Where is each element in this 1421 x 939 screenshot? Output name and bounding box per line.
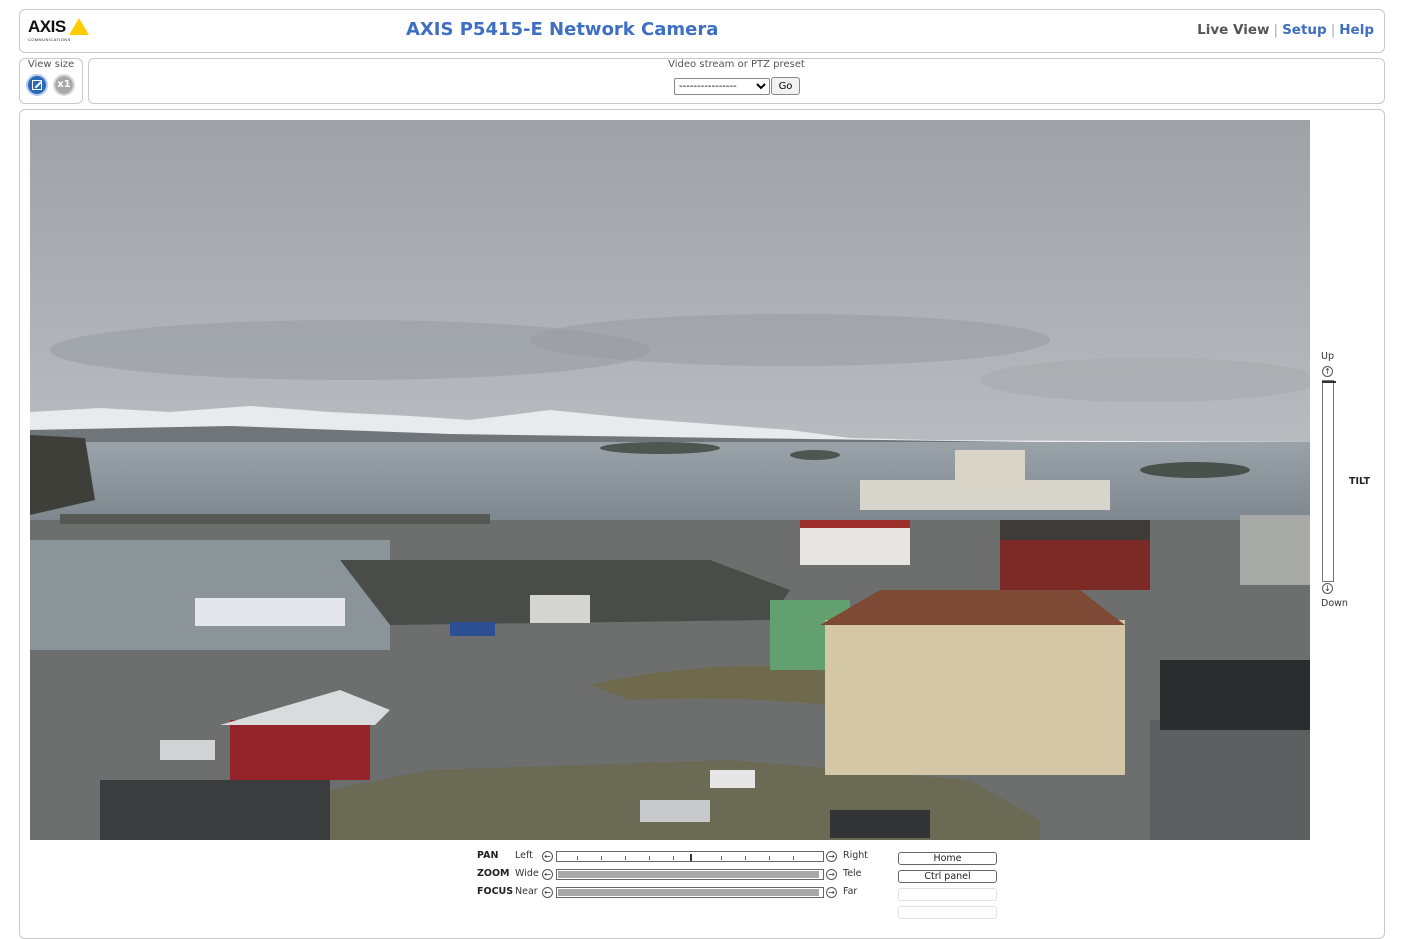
cloud [530,314,1050,366]
church [955,450,1025,490]
tilt-slider-knob[interactable] [1322,381,1336,383]
arrow-left-icon: ← [544,888,551,897]
empty-button-slot [898,906,997,919]
slider-tick [625,856,626,860]
focus-near-button[interactable]: ← [542,887,553,898]
pan-left-label: Left [515,850,533,861]
truck [530,595,590,623]
island [790,450,840,460]
header-bar: AXIS COMMUNICATIONS AXIS P5415-E Network… [19,9,1385,53]
stream-label: Video stream or PTZ preset [668,59,805,70]
live-view-panel: Up ↑ ↓ Down TILT PAN Left ← → Right ZOOM… [19,109,1385,939]
zoom-wide-button[interactable]: ← [542,869,553,880]
focus-far-button[interactable]: → [826,887,837,898]
zoom-slider[interactable] [556,869,824,880]
fit-view-button[interactable] [26,74,48,96]
slider-tick [649,856,650,860]
arrow-down-icon: ↓ [1324,584,1331,593]
tilt-up-label: Up [1321,351,1334,362]
nav-help-link[interactable]: Help [1339,22,1374,38]
harbor-water [30,540,390,650]
tilt-label: TILT [1349,476,1370,487]
actual-size-button[interactable]: x1 [53,74,75,96]
tilt-down-button[interactable]: ↓ [1322,583,1333,594]
roof [1160,660,1310,730]
top-nav: Live View | Setup | Help [1197,22,1374,38]
slider-tick [721,856,722,860]
tilt-down-label: Down [1321,598,1348,609]
arrow-right-icon: → [828,870,835,879]
roof [800,520,910,528]
pan-right-label: Right [843,850,869,861]
car [710,770,755,788]
view-size-panel: View size x1 [19,58,83,104]
pan-label: PAN [477,850,499,861]
stream-select[interactable]: ---------------- [674,78,770,95]
nav-separator: | [1330,22,1336,38]
pan-left-button[interactable]: ← [542,851,553,862]
camera-video-feed[interactable] [30,120,1310,840]
arrow-left-icon: ← [544,852,551,861]
go-button[interactable]: Go [771,77,800,95]
arrow-up-icon: ↑ [1324,367,1331,376]
arrow-left-icon: ← [544,870,551,879]
sea [30,442,1310,522]
logo-subtext: COMMUNICATIONS [28,37,71,42]
axis-logo: AXIS COMMUNICATIONS [28,16,92,44]
red-house [230,720,370,780]
slider-tick [793,856,794,860]
zoom-tele-label: Tele [843,868,862,879]
slider-tick [601,856,602,860]
roof [100,780,330,840]
car [830,810,930,838]
cloud [980,358,1310,402]
car [640,800,710,822]
slider-tick [769,856,770,860]
zoom-slider-fill [558,871,819,878]
breakwater [60,514,490,524]
home-button[interactable]: Home [898,852,997,865]
building [1240,515,1310,585]
focus-far-label: Far [843,886,858,897]
pan-slider[interactable] [556,851,824,862]
nav-setup-link[interactable]: Setup [1282,22,1327,38]
page-title: AXIS P5415-E Network Camera [406,19,719,40]
island [600,442,720,454]
slider-tick [577,856,578,860]
logo-triangle-icon [69,18,89,35]
car [160,740,215,760]
empty-button-slot [898,888,997,901]
ferry-boat [195,598,345,626]
island [1140,462,1250,478]
slider-tick [673,856,674,860]
nav-separator: | [1273,22,1279,38]
dark-building [1150,720,1310,840]
focus-slider-fill [558,889,819,896]
zoom-tele-button[interactable]: → [826,869,837,880]
car [450,622,495,636]
zoom-label: ZOOM [477,868,510,879]
view-size-label: View size [27,59,75,70]
slider-tick [745,856,746,860]
arrow-right-icon: → [828,888,835,897]
stream-panel: Video stream or PTZ preset -------------… [88,58,1385,104]
focus-label: FOCUS [477,886,514,897]
pan-slider-knob[interactable] [690,854,692,861]
zoom-wide-label: Wide [515,868,539,879]
ctrl-panel-button[interactable]: Ctrl panel [898,870,997,883]
pan-right-button[interactable]: → [826,851,837,862]
focus-near-label: Near [515,886,538,897]
yellow-hall [825,620,1125,775]
focus-slider[interactable] [556,887,824,898]
nav-live-view[interactable]: Live View [1197,22,1269,38]
tilt-up-button[interactable]: ↑ [1322,366,1333,377]
fit-view-icon [32,80,42,90]
arrow-right-icon: → [828,852,835,861]
logo-text: AXIS [28,17,66,36]
roof [1000,520,1150,540]
tilt-slider[interactable] [1322,380,1336,582]
